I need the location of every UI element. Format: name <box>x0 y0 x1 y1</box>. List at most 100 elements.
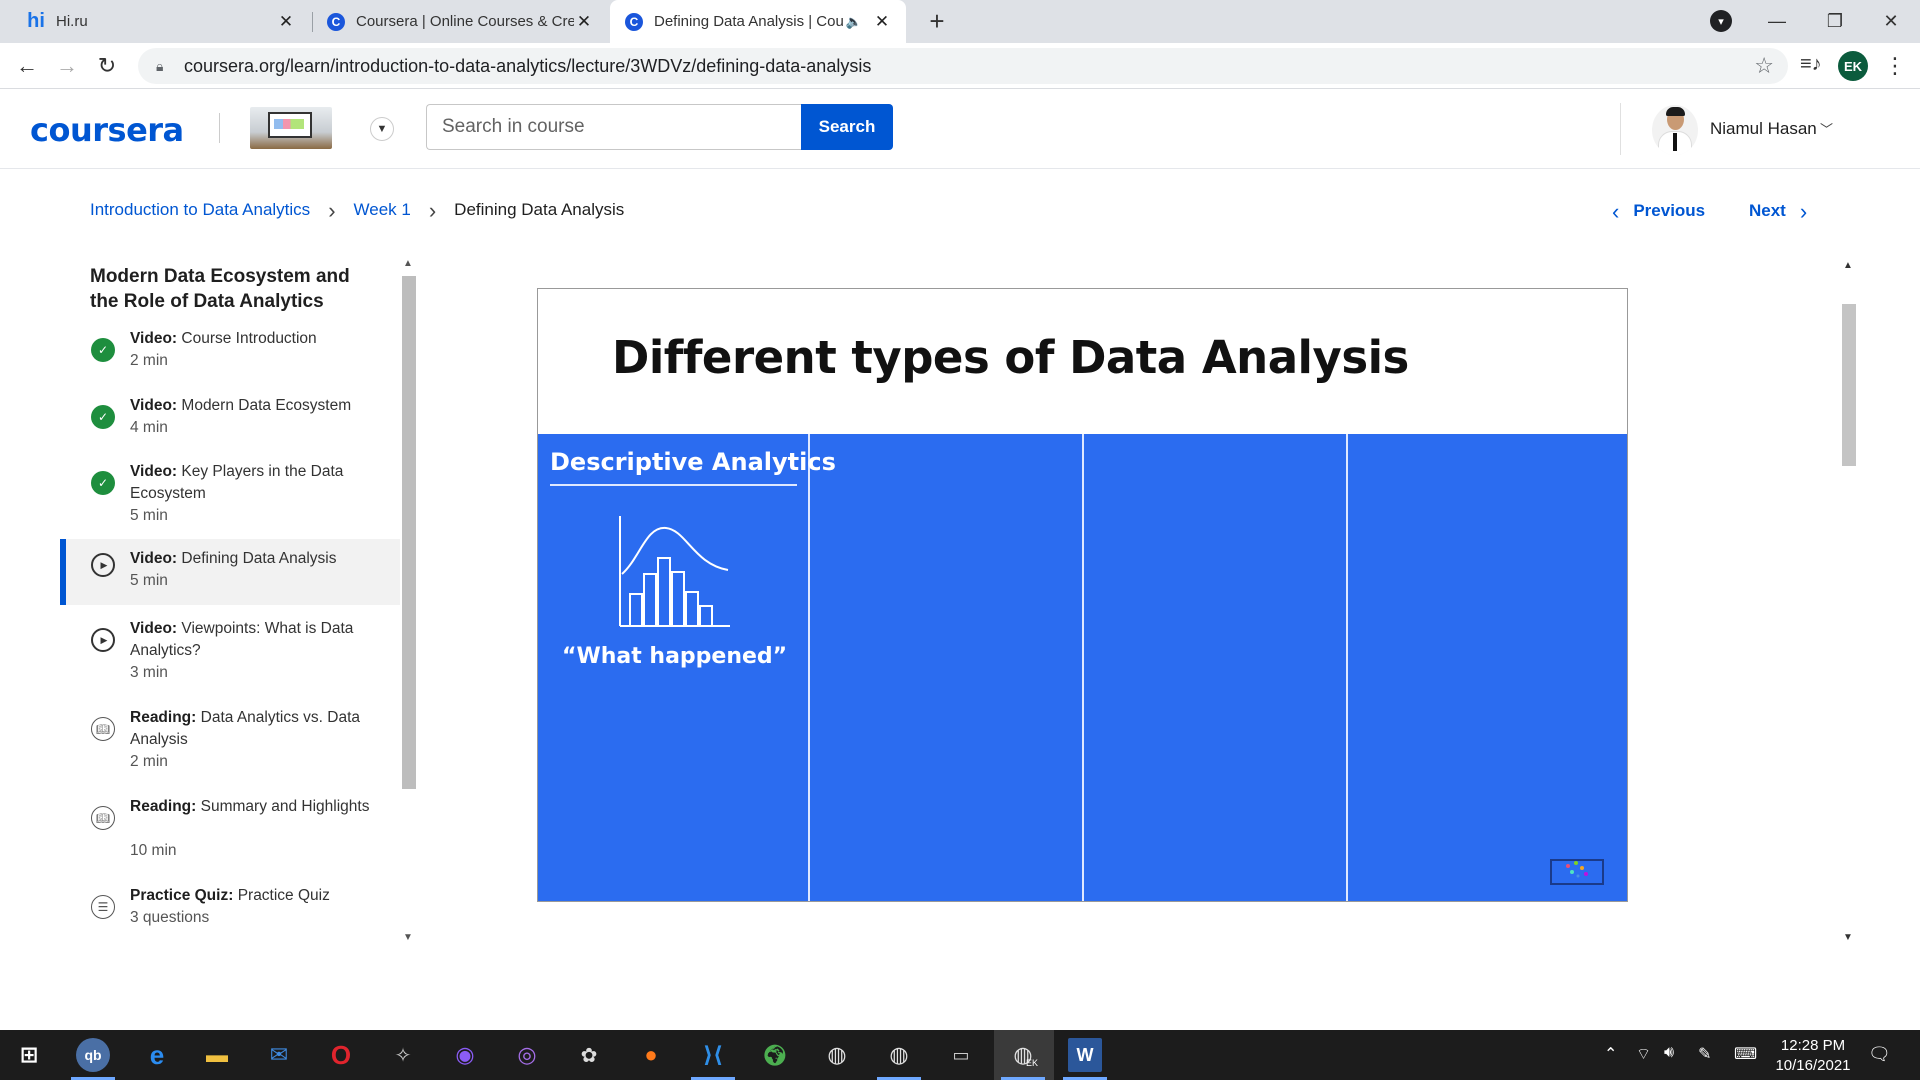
windows-taskbar: ⊞ qb e ▬ ✉ O ✧ ◉ ◎ ✿ ● ⟩⟨ 🌍︎ ◍ ◍ ▭ ◍ EK … <box>0 1030 1920 1080</box>
browser-menu-icon[interactable]: ⋮ <box>1884 53 1906 79</box>
item-duration: 10 min <box>130 842 177 859</box>
word-icon[interactable]: W <box>1068 1038 1102 1072</box>
tab-hi-ru[interactable]: hi Hi.ru ✕ <box>12 0 310 43</box>
item-duration: 2 min <box>130 753 168 770</box>
scrollbar-thumb[interactable] <box>1842 304 1856 466</box>
item-title: Course Introduction <box>181 330 317 347</box>
module-title: Modern Data Ecosystem and the Role of Da… <box>90 266 350 312</box>
windows-start-icon[interactable]: ⊞ <box>12 1038 46 1072</box>
outline-item[interactable]: ✓ Video: Modern Data Ecosystem 4 min <box>60 395 400 451</box>
play-circle-icon: ▶ <box>91 553 115 577</box>
keyboard-icon[interactable]: ⌨ <box>1734 1044 1757 1064</box>
chrome-icon[interactable]: ◍ <box>820 1038 854 1072</box>
close-tab-icon[interactable]: ✕ <box>872 12 892 32</box>
sidebar-scrollbar[interactable]: ▲ ▼ <box>400 256 420 948</box>
scroll-up-arrow-icon[interactable]: ▲ <box>403 258 413 269</box>
edge-icon[interactable]: e <box>140 1038 174 1072</box>
speaker-icon[interactable]: 🔈 <box>846 14 862 30</box>
qbittorrent-icon[interactable]: qb <box>76 1038 110 1072</box>
outline-item[interactable]: 📖︎ Reading: Data Analytics vs. Data Anal… <box>60 707 400 785</box>
course-thumbnail[interactable] <box>250 107 332 149</box>
search-input[interactable]: Search in course <box>426 104 802 150</box>
reload-icon[interactable]: ↻ <box>92 51 122 81</box>
next-button[interactable]: Next › <box>1749 198 1808 224</box>
outline-item[interactable]: ▶ Video: Viewpoints: What is Data Analyt… <box>60 618 400 696</box>
histogram-bell-curve-icon <box>619 516 730 627</box>
chevron-right-icon: › <box>1799 198 1808 224</box>
user-avatar[interactable] <box>1652 105 1698 155</box>
hi-favicon-icon: hi <box>27 10 45 32</box>
scroll-up-arrow-icon[interactable]: ▲ <box>1843 260 1853 271</box>
scrollbar-thumb[interactable] <box>402 276 416 789</box>
new-tab-button[interactable]: + <box>922 6 952 36</box>
terminal-icon[interactable]: ▭ <box>944 1038 978 1072</box>
github-icon[interactable]: ◎ <box>510 1038 544 1072</box>
search-button[interactable]: Search <box>801 104 893 150</box>
item-type: Video: <box>130 397 178 414</box>
profile-avatar[interactable]: EK <box>1838 51 1868 81</box>
item-title: Summary and Highlights <box>200 798 370 815</box>
opera-icon[interactable]: O <box>324 1038 358 1072</box>
url-field[interactable]: 🔒︎ coursera.org/learn/introduction-to-da… <box>138 48 1788 84</box>
firefox-icon[interactable]: ● <box>634 1038 668 1072</box>
outline-item-current[interactable]: ▶ Video: Defining Data Analysis 5 min <box>60 539 400 605</box>
breadcrumb-course-link[interactable]: Introduction to Data Analytics <box>90 200 310 220</box>
lock-icon: 🔒︎ <box>156 57 164 74</box>
notification-icon[interactable]: 🗨︎ <box>1868 1044 1891 1065</box>
outline-item[interactable]: ✓ Video: Course Introduction 2 min <box>60 328 400 384</box>
watermark-logo-icon <box>1550 859 1604 885</box>
file-explorer-icon[interactable]: ▬ <box>200 1038 234 1072</box>
url-text: coursera.org/learn/introduction-to-data-… <box>184 55 872 76</box>
chrome-profile-icon[interactable]: ◍ <box>882 1038 916 1072</box>
satellite-app-icon[interactable]: ✧ <box>386 1038 420 1072</box>
coursera-favicon-icon: C <box>624 12 644 32</box>
item-duration: 5 min <box>130 507 168 524</box>
page-scrollbar[interactable]: ▲ ▼ <box>1840 256 1860 948</box>
tab-defining-data-analysis[interactable]: C Defining Data Analysis | Cou 🔈 ✕ <box>610 0 906 43</box>
close-window-button[interactable]: ✕ <box>1862 0 1920 43</box>
item-title: Practice Quiz <box>237 887 330 904</box>
bookmark-star-icon[interactable]: ☆ <box>1754 53 1774 79</box>
mail-icon[interactable]: ✉ <box>262 1038 296 1072</box>
system-clock[interactable]: 12:28 PM 10/16/2021 <box>1768 1036 1858 1076</box>
chevron-down-icon[interactable]: ▼ <box>370 117 394 141</box>
chevron-up-icon[interactable]: ⌃ <box>1604 1044 1617 1064</box>
tab-search-icon[interactable]: ▾ <box>1710 10 1732 32</box>
panel-title: Descriptive Analytics <box>550 448 836 476</box>
chevron-left-icon: ‹ <box>1612 198 1620 224</box>
close-tab-icon[interactable]: ✕ <box>574 12 594 32</box>
paint-icon[interactable]: ✿ <box>572 1038 606 1072</box>
minimize-button[interactable]: — <box>1748 0 1806 43</box>
item-duration: 4 min <box>130 419 168 436</box>
tab-coursera[interactable]: C Coursera | Online Courses & Crec ✕ <box>312 0 608 43</box>
outline-item[interactable]: ☰ Practice Quiz: Practice Quiz 3 questio… <box>60 885 400 941</box>
outline-item[interactable]: 📖︎ Reading: Summary and Highlights 10 mi… <box>60 796 400 874</box>
volume-icon[interactable]: 🔊︎ <box>1664 1044 1674 1062</box>
media-control-icon[interactable]: ≡♪ <box>1800 53 1822 76</box>
browser-tab-bar: hi Hi.ru ✕ C Coursera | Online Courses &… <box>0 0 1920 43</box>
user-name[interactable]: Niamul Hasan <box>1710 119 1817 139</box>
outline-item[interactable]: ✓ Video: Key Players in the Data Ecosyst… <box>60 461 400 539</box>
site-header: coursera ▼ Search in course Search Niamu… <box>0 89 1920 169</box>
scroll-down-arrow-icon[interactable]: ▼ <box>403 932 413 943</box>
previous-button[interactable]: ‹ Previous <box>1612 198 1705 224</box>
restore-button[interactable]: ❐ <box>1806 0 1864 43</box>
address-bar: ← → ↻ 🔒︎ coursera.org/learn/introduction… <box>0 43 1920 89</box>
chevron-down-icon[interactable]: ﹀ <box>1820 119 1833 138</box>
close-tab-icon[interactable]: ✕ <box>276 12 296 32</box>
lecture-video-player[interactable]: Different types of Data Analysis Descrip… <box>537 288 1628 902</box>
slide-title: Different types of Data Analysis <box>612 331 1409 384</box>
scroll-down-arrow-icon[interactable]: ▼ <box>1843 932 1853 943</box>
messenger-icon[interactable]: ◉ <box>448 1038 482 1072</box>
pen-icon[interactable]: ✎ <box>1698 1044 1711 1064</box>
forward-arrow-icon[interactable]: → <box>52 51 82 81</box>
active-indicator <box>60 539 66 605</box>
item-title: Defining Data Analysis <box>181 550 337 567</box>
breadcrumb-week-link[interactable]: Week 1 <box>354 200 411 220</box>
vscode-icon[interactable]: ⟩⟨ <box>696 1038 730 1072</box>
wifi-icon[interactable]: ⌔ <box>1636 1044 1651 1064</box>
globe-app-icon[interactable]: 🌍︎ <box>758 1038 792 1072</box>
back-arrow-icon[interactable]: ← <box>12 51 42 81</box>
coursera-logo[interactable]: coursera <box>30 111 184 149</box>
chevron-right-icon: › <box>428 197 437 223</box>
